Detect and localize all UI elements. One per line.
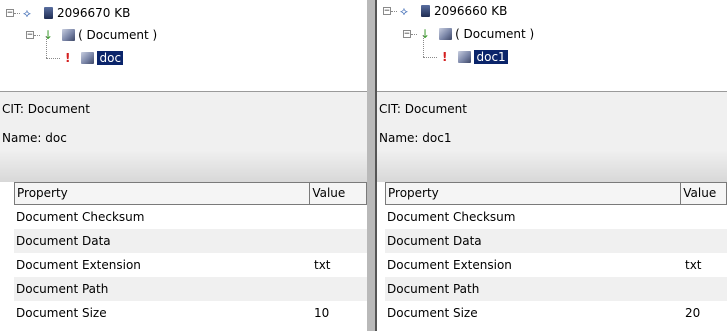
value-cell: 10: [314, 306, 330, 320]
property-cell: Document Extension: [16, 258, 141, 272]
tree-node-label: ( Document ): [455, 27, 535, 41]
tree-node-volume[interactable]: − ⟡ 2096660 KB: [383, 3, 507, 19]
tree-node-label-selected[interactable]: doc1: [474, 50, 508, 64]
property-cell: Document Size: [16, 306, 107, 320]
value-cell: txt: [314, 258, 331, 272]
tree-node-doc1[interactable]: ! doc1: [439, 49, 508, 65]
tree-node-label: 2096670 KB: [56, 6, 131, 20]
collapse-icon[interactable]: −: [26, 31, 34, 40]
tree-node-volume[interactable]: − ⟡ 2096670 KB: [6, 5, 130, 21]
exclamation-icon: !: [442, 50, 448, 64]
storage-icon: [420, 5, 430, 17]
table-row[interactable]: Document Size 20: [385, 301, 727, 325]
property-cell: Document Checksum: [16, 210, 145, 224]
property-cell: Document Path: [387, 282, 480, 296]
value-column-header[interactable]: Value: [310, 183, 366, 204]
property-grid: Property Value Document Checksum Documen…: [385, 182, 727, 325]
collapse-icon[interactable]: −: [383, 7, 391, 16]
table-row[interactable]: Document Data: [385, 229, 727, 253]
table-row[interactable]: Document Path: [14, 277, 367, 301]
property-cell: Document Checksum: [387, 210, 516, 224]
property-cell: Document Size: [387, 306, 478, 320]
left-pane: − ⟡ 2096670 KB − ↓ ( Document ) ! doc CI…: [0, 0, 367, 331]
grid-header: Property Value: [14, 182, 367, 205]
down-arrow-icon: ↓: [43, 28, 54, 42]
exclamation-icon: !: [65, 51, 71, 65]
grid-header: Property Value: [385, 182, 727, 205]
tree-node-doc[interactable]: ! doc: [62, 50, 124, 66]
document-icon: [458, 51, 472, 63]
connection-icon: ⟡: [400, 3, 408, 18]
tree-view[interactable]: − ⟡ 2096670 KB − ↓ ( Document ) ! doc: [0, 0, 367, 91]
tree-node-label: 2096660 KB: [433, 4, 508, 18]
property-column-header[interactable]: Property: [386, 183, 682, 204]
property-cell: Document Data: [16, 234, 111, 248]
tree-view[interactable]: − ⟡ 2096660 KB − ↓ ( Document ) ! doc1: [377, 0, 727, 91]
cit-label: CIT: Document: [379, 102, 467, 116]
table-row[interactable]: Document Size 10: [14, 301, 367, 325]
pane-divider[interactable]: [367, 0, 375, 331]
object-store-icon: [439, 28, 453, 40]
connection-icon: ⟡: [23, 5, 31, 20]
property-cell: Document Path: [16, 282, 109, 296]
object-store-icon: [62, 29, 76, 41]
right-pane: − ⟡ 2096660 KB − ↓ ( Document ) ! doc1 C…: [377, 0, 727, 331]
property-cell: Document Extension: [387, 258, 512, 272]
property-grid: Property Value Document Checksum Documen…: [14, 182, 367, 325]
storage-icon: [43, 7, 53, 19]
name-label: Name: doc: [2, 131, 67, 145]
collapse-icon[interactable]: −: [403, 30, 411, 39]
tree-node-label-selected[interactable]: doc: [97, 51, 124, 65]
table-row[interactable]: Document Path: [385, 277, 727, 301]
name-label: Name: doc1: [379, 131, 452, 145]
collapse-icon[interactable]: −: [6, 9, 14, 18]
tree-node-label: ( Document ): [78, 28, 158, 42]
down-arrow-icon: ↓: [420, 27, 431, 41]
property-cell: Document Data: [387, 234, 482, 248]
property-column-header[interactable]: Property: [15, 183, 311, 204]
table-row[interactable]: Document Extension txt: [14, 253, 367, 277]
document-icon: [81, 52, 95, 64]
value-cell: txt: [685, 258, 702, 272]
cit-label: CIT: Document: [2, 102, 90, 116]
value-cell: 20: [685, 306, 701, 320]
value-column-header[interactable]: Value: [681, 183, 726, 204]
table-row[interactable]: Document Extension txt: [385, 253, 727, 277]
table-row[interactable]: Document Data: [14, 229, 367, 253]
table-row[interactable]: Document Checksum: [385, 205, 727, 229]
table-row[interactable]: Document Checksum: [14, 205, 367, 229]
